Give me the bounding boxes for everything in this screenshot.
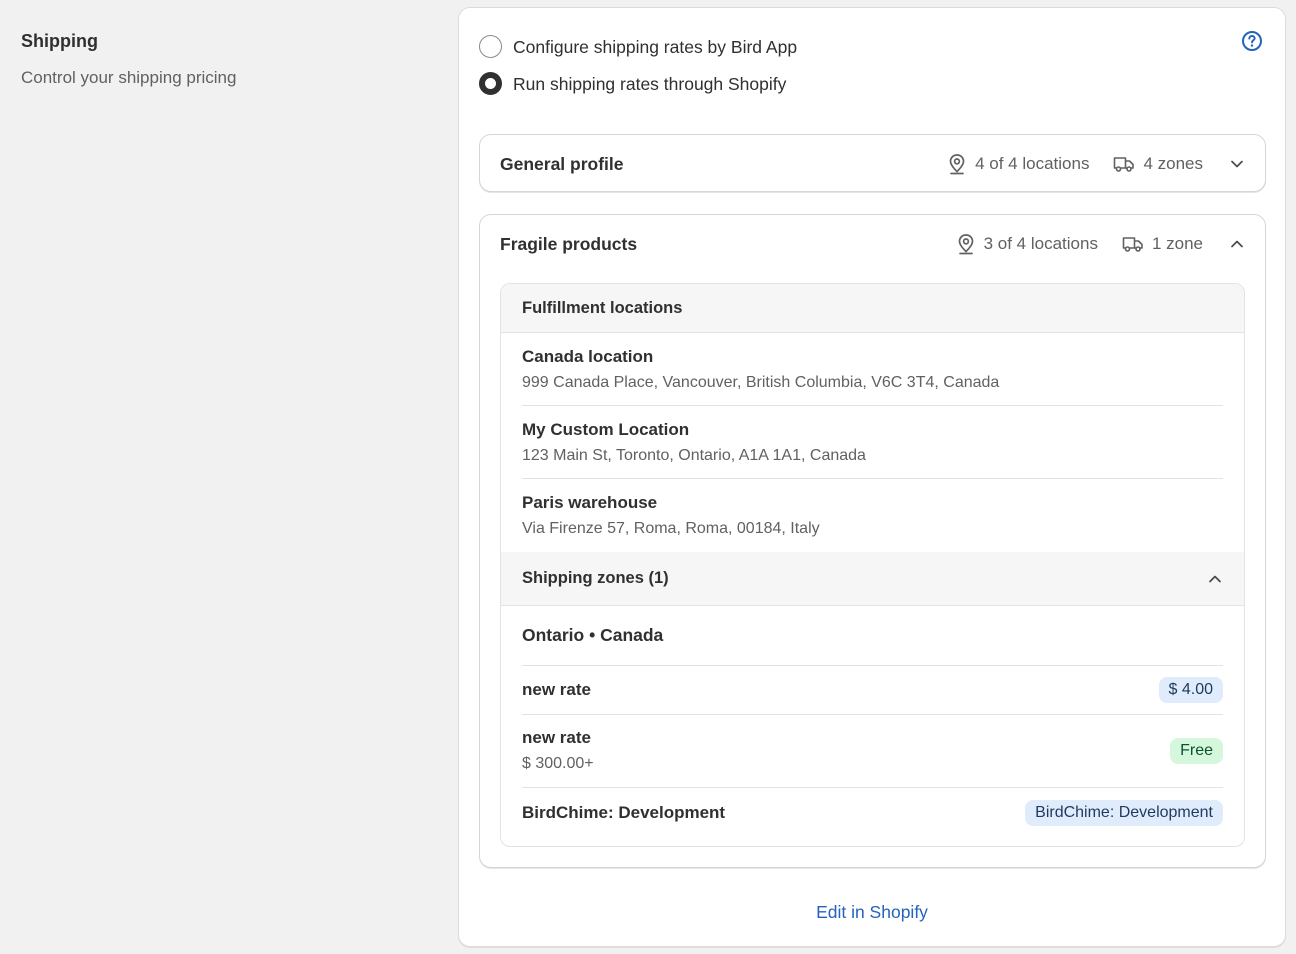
rate-name: BirdChime: Development (522, 802, 726, 822)
chevron-up-icon[interactable] (1229, 236, 1245, 252)
rate-price-badge: BirdChime: Development (1025, 799, 1223, 826)
shipping-section-header: Shipping Control your shipping pricing (21, 30, 421, 89)
location-address: Via Firenze 57, Roma, Roma, 00184, Italy (522, 520, 820, 537)
profile-general-zones-text: 4 zones (1143, 154, 1203, 173)
radio-bird-app[interactable] (479, 35, 502, 58)
profile-general-locations: 4 of 4 locations (947, 153, 1089, 175)
truck-icon (1114, 157, 1135, 172)
radio-shopify[interactable] (479, 72, 502, 95)
location-pin-icon (949, 154, 965, 175)
option-shopify-label: Run shipping rates through Shopify (513, 73, 787, 94)
profile-general[interactable]: General profile 4 of 4 locations 4 zones (479, 134, 1266, 192)
rate-row: BirdChime: Development BirdChime: Develo… (522, 788, 1223, 837)
location-item: Canada location 999 Canada Place, Vancou… (522, 333, 1223, 406)
option-shopify[interactable]: Run shipping rates through Shopify (479, 72, 786, 95)
profile-fragile: Fragile products 3 of 4 locations 1 zone (479, 214, 1266, 868)
rate-row: new rate $ 4.00 (522, 666, 1223, 715)
location-pin-icon (958, 234, 973, 255)
section-description: Control your shipping pricing (21, 68, 237, 87)
option-bird-app-label: Configure shipping rates by Bird App (513, 36, 798, 57)
rate-name: new rate (522, 728, 591, 747)
profile-fragile-zones-text: 1 zone (1151, 234, 1203, 253)
location-name: My Custom Location (522, 420, 690, 439)
profile-fragile-locations-text: 3 of 4 locations (983, 234, 1098, 253)
profile-fragile-locations: 3 of 4 locations (956, 233, 1098, 255)
profile-fragile-header[interactable]: Fragile products 3 of 4 locations 1 zone (480, 215, 1265, 273)
chevron-up-icon[interactable] (1207, 571, 1223, 587)
shipping-zones-title: Shipping zones (1) (522, 569, 669, 587)
location-item: Paris warehouse Via Firenze 57, Roma, Ro… (522, 479, 1223, 552)
profile-fragile-name: Fragile products (500, 233, 638, 254)
edit-in-shopify-label[interactable]: Edit in Shopify (816, 902, 928, 922)
location-item: My Custom Location 123 Main St, Toronto,… (522, 406, 1223, 479)
rate-name: new rate (522, 680, 591, 699)
location-address: 999 Canada Place, Vancouver, British Col… (522, 374, 1000, 391)
location-name: Canada location (522, 347, 654, 366)
rate-price-badge: Free (1170, 738, 1223, 764)
rate-condition: $ 300.00+ (522, 755, 594, 772)
fragile-details-panel: Fulfillment locations Canada location 99… (500, 283, 1245, 847)
profile-general-zones: 4 zones (1113, 154, 1203, 174)
location-name: Paris warehouse (522, 493, 658, 512)
profile-fragile-zones: 1 zone (1122, 234, 1203, 254)
chevron-down-icon[interactable] (1229, 156, 1245, 172)
fulfillment-locations-header: Fulfillment locations (501, 284, 1244, 333)
truck-icon (1122, 237, 1143, 252)
profile-general-name: General profile (500, 153, 624, 174)
section-title: Shipping (21, 31, 98, 51)
rate-price-badge: $ 4.00 (1158, 677, 1223, 703)
zone-name: Ontario • Canada (522, 606, 1223, 666)
zone-name-text: Ontario • Canada (522, 625, 664, 645)
option-bird-app[interactable]: Configure shipping rates by Bird App (479, 35, 797, 58)
profile-general-header[interactable]: General profile 4 of 4 locations 4 zones (480, 135, 1265, 193)
edit-in-shopify-link[interactable]: Edit in Shopify (459, 902, 1285, 923)
shipping-settings-card: Configure shipping rates by Bird App Run… (458, 7, 1286, 947)
help-icon[interactable] (1241, 30, 1263, 52)
shipping-zones-header[interactable]: Shipping zones (1) (501, 552, 1244, 606)
profile-general-locations-text: 4 of 4 locations (975, 154, 1090, 173)
rate-row: new rate $ 300.00+ Free (522, 715, 1223, 788)
location-address: 123 Main St, Toronto, Ontario, A1A 1A1, … (522, 447, 866, 464)
